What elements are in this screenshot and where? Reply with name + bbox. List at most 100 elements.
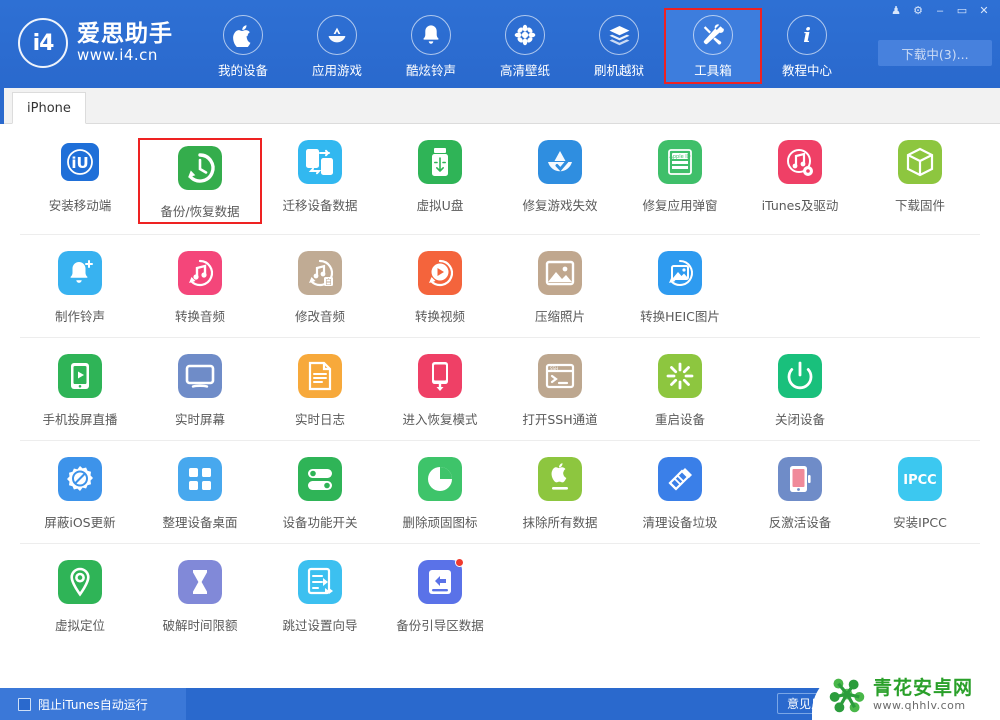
watermark-text: 青花安卓网 www.qhhlv.com — [873, 679, 973, 712]
tool-label: 跳过设置向导 — [282, 618, 358, 633]
tool-realtime-log[interactable]: 实时日志 — [260, 354, 380, 428]
convert-heic-icon — [658, 251, 702, 295]
tool-itunes-driver[interactable]: iTunes及驱动 — [740, 140, 860, 222]
tool-label: 安装移动端 — [48, 198, 112, 213]
nav-item-label: 教程中心 — [781, 63, 832, 78]
tool-backup-restore[interactable]: 备份/恢复数据 — [138, 138, 262, 224]
tool-label: 抹除所有数据 — [522, 515, 598, 530]
nav-item-7[interactable]: i 教程中心 — [760, 10, 854, 82]
backup-restore-icon — [178, 146, 222, 190]
tool-label: 实时日志 — [294, 412, 345, 427]
tool-convert-video[interactable]: 转换视频 — [380, 251, 500, 325]
tool-backup-boot-data[interactable]: 备份引导区数据 — [380, 558, 500, 634]
tool-delete-icon-pie[interactable]: 删除顽固图标 — [380, 457, 500, 531]
minimize-icon[interactable]: – — [930, 2, 950, 19]
tool-install-ipcc[interactable]: IPCC 安装IPCC — [860, 457, 980, 531]
tool-realtime-screen[interactable]: 实时屏幕 — [140, 354, 260, 428]
delete-icon-pie-icon — [418, 457, 462, 501]
brand-text: 爱思助手 www.i4.cn — [77, 22, 173, 64]
edit-audio-icon: 自 — [298, 251, 342, 295]
nav-item-2[interactable]: 应用游戏 — [290, 10, 384, 82]
tool-virtual-location[interactable]: 虚拟定位 — [20, 560, 140, 634]
tool-usb-drive[interactable]: 虚拟U盘 — [380, 140, 500, 222]
tool-label: 屏蔽iOS更新 — [44, 515, 116, 530]
site-watermark: 青花安卓网 www.qhhlv.com — [812, 670, 1000, 720]
i4-logo-icon: i4 — [18, 18, 68, 68]
checkbox-box-icon[interactable] — [18, 698, 31, 711]
make-ringtone-icon — [58, 251, 102, 295]
tab-iphone[interactable]: iPhone — [12, 92, 86, 124]
itunes-driver-icon — [778, 140, 822, 184]
nav-item-label: 我的设备 — [217, 63, 268, 78]
tool-label: 删除顽固图标 — [402, 515, 478, 530]
feature-toggle-icon — [298, 457, 342, 501]
realtime-log-icon — [298, 354, 342, 398]
tool-clean-junk[interactable]: 清理设备垃圾 — [620, 457, 740, 531]
tool-row: 虚拟定位 破解时间限额 跳过设置向导 备份引导区数据 — [20, 544, 980, 646]
tool-deactivate-device[interactable]: 反激活设备 — [740, 457, 860, 531]
install-ipcc-icon: IPCC — [898, 457, 942, 501]
close-icon[interactable]: ✕ — [974, 2, 994, 19]
app-header: i4 爱思助手 www.i4.cn 我的设备 应用游戏 酷炫铃声 高清壁纸 刷机越狱 工具… — [0, 0, 1000, 88]
tool-label: 下载固件 — [894, 198, 945, 213]
flash-box-icon — [599, 15, 639, 55]
nav-item-6[interactable]: 工具箱 — [664, 8, 762, 84]
tool-label: 虚拟U盘 — [416, 198, 464, 213]
nav-item-label: 应用游戏 — [311, 63, 362, 78]
svg-text:i: i — [803, 23, 811, 47]
tool-label: 清理设备垃圾 — [642, 515, 718, 530]
nav-item-label: 刷机越狱 — [593, 63, 644, 78]
tool-convert-audio[interactable]: 转换音频 — [140, 251, 260, 325]
download-status-button[interactable]: 下载中(3)... — [878, 40, 992, 66]
tool-fix-game[interactable]: 修复游戏失效 — [500, 140, 620, 222]
nav-item-3[interactable]: 酷炫铃声 — [384, 10, 478, 82]
info-icon: i — [787, 15, 827, 55]
tool-label: 关闭设备 — [774, 412, 825, 427]
appstore-icon — [317, 15, 357, 55]
tool-label: 破解时间限额 — [162, 618, 238, 633]
tool-erase-all-data[interactable]: 抹除所有数据 — [500, 457, 620, 531]
tool-compress-photo[interactable]: 压缩照片 — [500, 251, 620, 325]
tool-label: 修复游戏失效 — [522, 198, 598, 213]
tool-edit-audio[interactable]: 自修改音频 — [260, 251, 380, 325]
tool-label: 反激活设备 — [768, 515, 832, 530]
window-controls: ♟ ⚙ – ▭ ✕ — [886, 2, 994, 19]
tool-i4-app[interactable]: iU 安装移动端 — [20, 140, 140, 222]
tool-label: 迁移设备数据 — [282, 198, 358, 213]
gear-icon[interactable]: ⚙ — [908, 2, 928, 19]
tool-make-ringtone[interactable]: 制作铃声 — [20, 251, 140, 325]
ssh-terminal-icon: SSH — [538, 354, 582, 398]
tool-crack-time-limit[interactable]: 破解时间限额 — [140, 560, 260, 634]
tool-skip-setup-wizard[interactable]: 跳过设置向导 — [260, 560, 380, 634]
tool-recovery-mode[interactable]: 进入恢复模式 — [380, 354, 500, 428]
block-itunes-checkbox[interactable]: 阻止iTunes自动运行 — [18, 696, 148, 713]
tool-convert-heic[interactable]: 转换HEIC图片 — [620, 251, 740, 325]
tool-row: 手机投屏直播 实时屏幕 实时日志 进入恢复模式 SSH 打开SSH通道 重启设备 关闭设备 — [20, 338, 980, 441]
recovery-mode-icon — [418, 354, 462, 398]
skin-shirt-icon[interactable]: ♟ — [886, 2, 906, 19]
tool-feature-toggle[interactable]: 设备功能开关 — [260, 457, 380, 531]
tool-shutdown-device[interactable]: 关闭设备 — [740, 354, 860, 428]
tool-label: 安装IPCC — [893, 515, 947, 530]
tool-screen-cast-live[interactable]: 手机投屏直播 — [20, 354, 140, 428]
tool-label: 修复应用弹窗 — [642, 198, 718, 213]
tool-label: 手机投屏直播 — [42, 412, 118, 427]
tool-apple-id-popup[interactable]: Apple ID 修复应用弹窗 — [620, 140, 740, 222]
tool-label: 转换音频 — [174, 309, 225, 324]
nav-item-4[interactable]: 高清壁纸 — [478, 10, 572, 82]
skip-setup-wizard-icon — [298, 560, 342, 604]
brand-logo[interactable]: i4 爱思助手 www.i4.cn — [18, 18, 173, 68]
tool-organize-desktop[interactable]: 整理设备桌面 — [140, 457, 260, 531]
tool-block-ios-update[interactable]: 屏蔽iOS更新 — [20, 457, 140, 531]
nav-item-label: 工具箱 — [694, 63, 732, 78]
tool-firmware-cube[interactable]: 下载固件 — [860, 140, 980, 222]
tool-migrate-device[interactable]: 迁移设备数据 — [260, 140, 380, 222]
tool-ssh-terminal[interactable]: SSH 打开SSH通道 — [500, 354, 620, 428]
screen-cast-live-icon — [58, 354, 102, 398]
crack-time-limit-icon — [178, 560, 222, 604]
nav-item-5[interactable]: 刷机越狱 — [572, 10, 666, 82]
nav-item-1[interactable]: 我的设备 — [196, 10, 290, 82]
tool-reboot-device[interactable]: 重启设备 — [620, 354, 740, 428]
compress-photo-icon — [538, 251, 582, 295]
maximize-icon[interactable]: ▭ — [952, 2, 972, 19]
